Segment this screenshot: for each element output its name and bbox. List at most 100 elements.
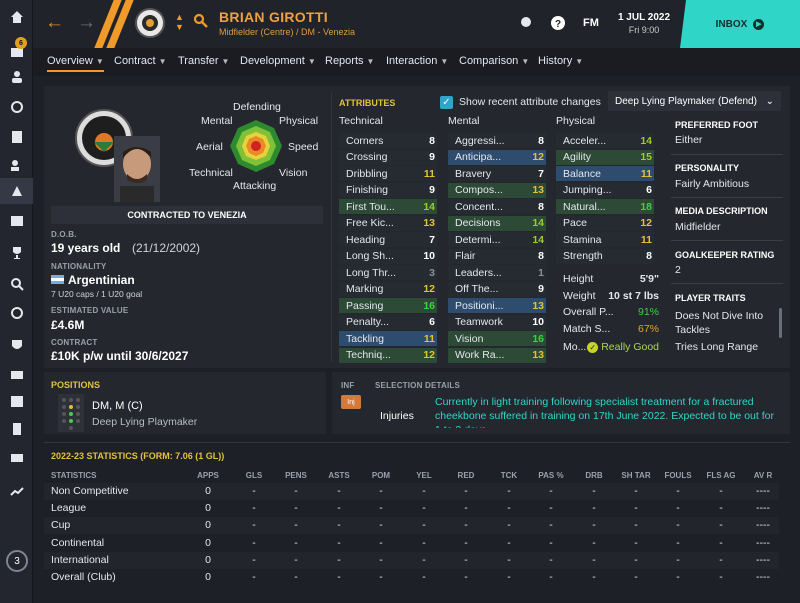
- calendar-icon[interactable]: [0, 388, 33, 414]
- attribute-row[interactable]: Heading 7: [339, 232, 437, 247]
- attribute-row[interactable]: Concent... 8: [448, 199, 546, 214]
- attribute-row[interactable]: Pace 12: [556, 215, 654, 231]
- pitch-position-icon[interactable]: [58, 394, 84, 432]
- attribute-row[interactable]: Off The... 9: [448, 281, 546, 297]
- search-icon[interactable]: [0, 271, 33, 297]
- attribute-row[interactable]: Determi... 14: [448, 232, 546, 247]
- club-icon[interactable]: [0, 332, 33, 358]
- attribute-row[interactable]: Acceler... 14: [556, 133, 654, 148]
- staff-icon[interactable]: [0, 152, 33, 178]
- table-row[interactable]: Continental 0- - - - - - - - - - - - ----: [44, 535, 779, 552]
- attribute-row[interactable]: Aggressi... 8: [448, 133, 546, 148]
- stats-column-header[interactable]: DRB: [574, 471, 614, 480]
- tab-history[interactable]: History ▼: [538, 55, 583, 67]
- attribute-row[interactable]: Stamina 11: [556, 232, 654, 247]
- attribute-row[interactable]: Teamwork 10: [448, 314, 546, 330]
- recent-changes-checkbox[interactable]: ✓: [440, 96, 453, 109]
- attribute-row[interactable]: Tackling 11: [339, 331, 437, 346]
- stats-column-header[interactable]: AV R: [743, 471, 783, 480]
- attribute-row[interactable]: Free Kic... 13: [339, 215, 437, 231]
- attribute-row[interactable]: Anticipa... 12: [448, 149, 546, 165]
- transfers-icon[interactable]: [0, 300, 33, 326]
- stats-column-header[interactable]: FLS AG: [701, 471, 741, 480]
- forward-arrow-icon[interactable]: →: [77, 12, 96, 34]
- tab-transfer[interactable]: Transfer ▼: [178, 55, 229, 67]
- attribute-row[interactable]: Long Thr... 3: [339, 265, 437, 280]
- attribute-row[interactable]: Crossing 9: [339, 149, 437, 165]
- stats-column-header[interactable]: FOULS: [658, 471, 698, 480]
- fm-menu-button[interactable]: FM: [583, 17, 599, 29]
- table-row[interactable]: Non Competitive 0- - - - - - - - - - - - ----: [44, 483, 779, 500]
- back-arrow-icon[interactable]: ←: [45, 12, 64, 34]
- stats-column-header[interactable]: STATISTICS: [51, 471, 171, 480]
- schedule-icon[interactable]: [0, 124, 33, 150]
- attribute-row[interactable]: Dribbling 11: [339, 166, 437, 181]
- attribute-row[interactable]: Strength 8: [556, 248, 654, 264]
- attribute-row[interactable]: Long Sh... 10: [339, 248, 437, 264]
- stats-column-header[interactable]: SH TAR: [616, 471, 656, 480]
- attribute-row[interactable]: Vision 16: [448, 331, 546, 346]
- stats-column-header[interactable]: APPS: [188, 471, 228, 480]
- medical-icon[interactable]: [0, 207, 33, 233]
- attribute-row[interactable]: Jumping... 6: [556, 182, 654, 198]
- tab-reports[interactable]: Reports ▼: [325, 55, 374, 67]
- stats-cell: -: [337, 502, 341, 515]
- report-icon[interactable]: [0, 416, 33, 442]
- finances-icon[interactable]: [0, 361, 33, 387]
- traits-scrollbar[interactable]: [779, 308, 782, 338]
- stats-column-header[interactable]: YEL: [404, 471, 444, 480]
- nationality-value[interactable]: Argentinian: [68, 273, 135, 287]
- attribute-row[interactable]: Compos... 13: [448, 182, 546, 198]
- training-icon[interactable]: [0, 178, 33, 204]
- stats-column-header[interactable]: PENS: [276, 471, 316, 480]
- attribute-row[interactable]: Decisions 14: [448, 215, 546, 231]
- attribute-row[interactable]: Bravery 7: [448, 166, 546, 181]
- help-icon[interactable]: ?: [549, 14, 567, 32]
- attribute-row[interactable]: Positioni... 13: [448, 298, 546, 313]
- tab-contract[interactable]: Contract ▼: [114, 55, 167, 67]
- table-row[interactable]: International 0- - - - - - - - - - - - ----: [44, 551, 779, 569]
- home-icon[interactable]: [0, 4, 33, 30]
- stats-column-header[interactable]: GLS: [234, 471, 274, 480]
- attribute-row[interactable]: Techniq... 12: [339, 347, 437, 363]
- attribute-row[interactable]: Flair 8: [448, 248, 546, 264]
- dynamics-icon[interactable]: [0, 94, 33, 120]
- continue-ring[interactable]: 3: [6, 550, 28, 572]
- chart-icon[interactable]: [0, 478, 33, 504]
- date-display[interactable]: 1 JUL 2022 Fri 9:00: [612, 9, 676, 39]
- attribute-row[interactable]: Leaders... 1: [448, 265, 546, 280]
- table-row[interactable]: Overall (Club) 0- - - - - - - - - - - - ----: [44, 569, 779, 586]
- stats-column-header[interactable]: POM: [361, 471, 401, 480]
- tab-overview[interactable]: Overview ▼: [47, 55, 104, 72]
- attribute-row[interactable]: Marking 12: [339, 281, 437, 297]
- attribute-name: Balance: [563, 167, 601, 180]
- attribute-row[interactable]: Work Ra... 13: [448, 347, 546, 363]
- attribute-row[interactable]: Agility 15: [556, 149, 654, 165]
- table-row[interactable]: Cup 0- - - - - - - - - - - - ----: [44, 517, 779, 535]
- tab-comparison[interactable]: Comparison ▼: [459, 55, 529, 67]
- stats-column-header[interactable]: PAS %: [531, 471, 571, 480]
- player-switch-chevrons-icon[interactable]: ▲ ▼: [175, 12, 184, 32]
- attribute-row[interactable]: Corners 8: [339, 133, 437, 148]
- search-player-icon[interactable]: [193, 13, 209, 32]
- role-dropdown[interactable]: Deep Lying Playmaker (Defend) ⌄: [608, 91, 781, 111]
- attribute-row[interactable]: First Tou... 14: [339, 199, 437, 214]
- squad-icon[interactable]: [0, 64, 33, 90]
- inbox-button[interactable]: INBOX ▶: [680, 0, 800, 48]
- attribute-row[interactable]: Penalty... 6: [339, 314, 437, 330]
- trophy-icon[interactable]: [0, 240, 33, 266]
- stats-column-header[interactable]: TCK: [489, 471, 529, 480]
- attribute-row[interactable]: Balance 11: [556, 166, 654, 181]
- stats-column-header[interactable]: ASTS: [319, 471, 359, 480]
- tab-interaction[interactable]: Interaction ▼: [386, 55, 448, 67]
- attribute-row[interactable]: Finishing 9: [339, 182, 437, 198]
- attribute-row[interactable]: Passing 16: [339, 298, 437, 313]
- inbox-nav-icon[interactable]: 6: [0, 37, 33, 64]
- table-row[interactable]: League 0- - - - - - - - - - - - ----: [44, 500, 779, 517]
- tab-development[interactable]: Development ▼: [240, 55, 316, 67]
- attribute-row[interactable]: Natural... 18: [556, 199, 654, 214]
- trophy-award-icon[interactable]: [517, 14, 535, 32]
- stats-column-header[interactable]: RED: [446, 471, 486, 480]
- club-crest-icon[interactable]: [135, 8, 165, 38]
- cards-icon[interactable]: [0, 445, 33, 471]
